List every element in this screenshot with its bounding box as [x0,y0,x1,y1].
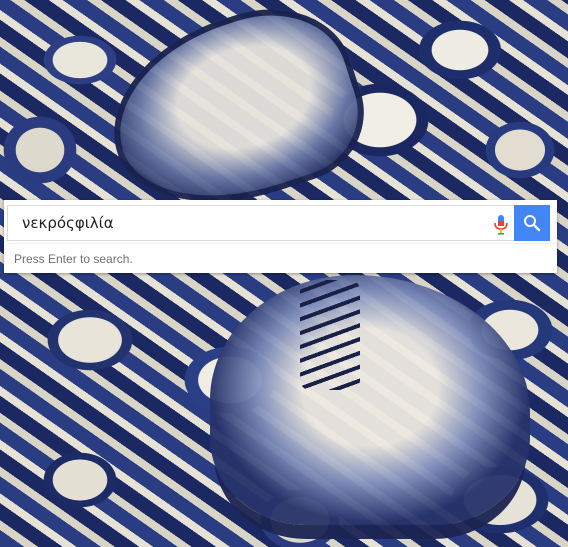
microphone-icon[interactable] [494,215,508,235]
hint-divider [7,243,557,244]
search-button[interactable] [514,205,550,241]
boot-laces [300,280,360,390]
search-input[interactable] [22,206,482,240]
search-hint: Press Enter to search. [14,252,133,266]
magnifier-icon [524,215,541,232]
search-widget: Press Enter to search. [4,200,557,273]
search-box[interactable] [7,205,515,241]
